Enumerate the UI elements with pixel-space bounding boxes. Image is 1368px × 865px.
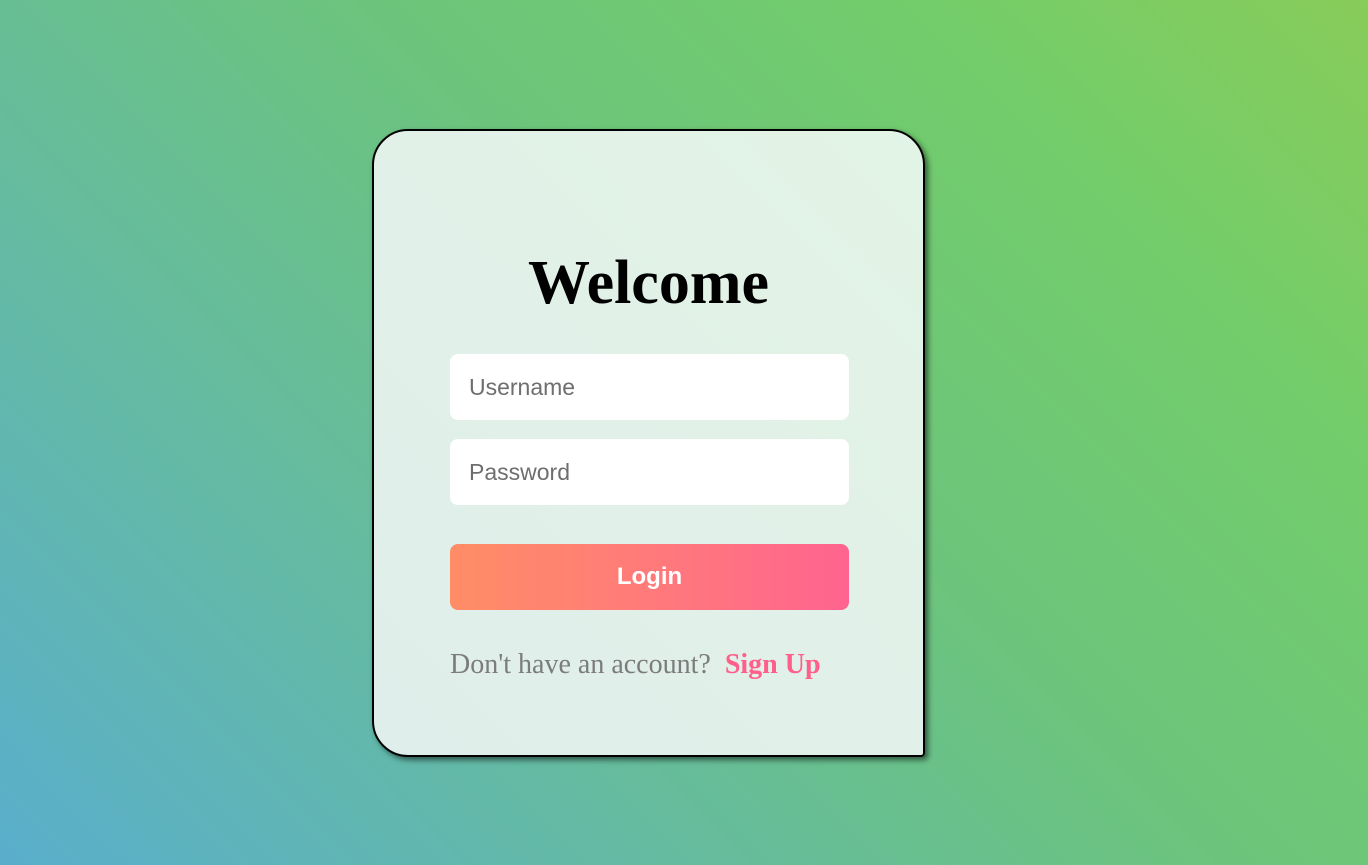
login-card: Welcome Login Don't have an account? Sign… xyxy=(372,129,925,757)
login-button[interactable]: Login xyxy=(450,544,849,610)
signup-row: Don't have an account? Sign Up xyxy=(450,647,880,683)
password-input[interactable] xyxy=(450,439,849,505)
signup-prompt: Don't have an account? xyxy=(450,649,711,680)
username-input[interactable] xyxy=(450,354,849,420)
signup-link[interactable]: Sign Up xyxy=(725,649,821,680)
page-title: Welcome xyxy=(527,249,769,317)
